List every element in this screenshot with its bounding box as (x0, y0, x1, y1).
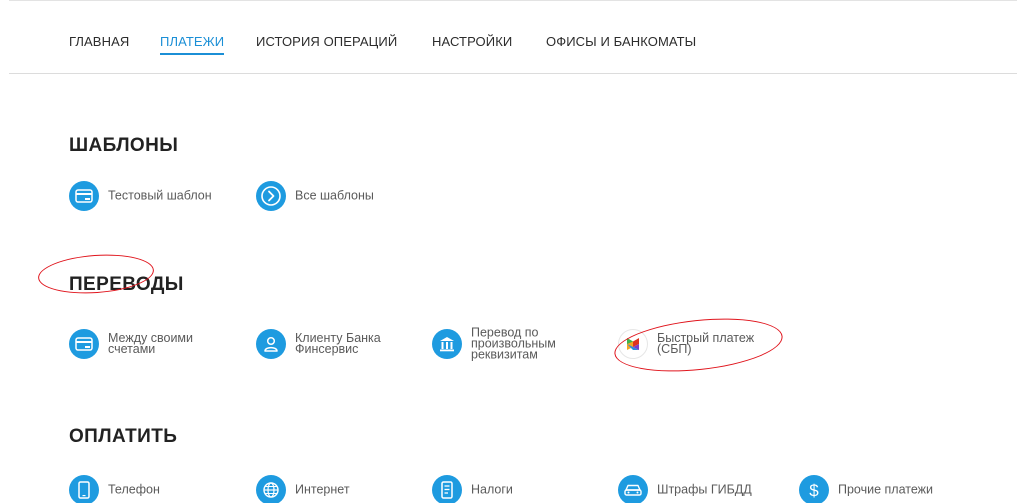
pay-item-internet[interactable]: Интернет (256, 470, 406, 503)
transfer-item-label: Перевод по произвольным реквизитам (471, 325, 556, 362)
top-divider (9, 0, 1017, 1)
transfer-item-label: Клиенту Банка Финсервис (295, 331, 381, 356)
phone-icon (69, 475, 99, 503)
pay-item-label: Налоги (471, 482, 513, 497)
nav-item-history[interactable]: ИСТОРИЯ ОПЕРАЦИЙ (256, 34, 397, 49)
pay-item-traffic-fines[interactable]: Штрафы ГИБДД (618, 470, 778, 503)
nav-divider (9, 73, 1017, 74)
dollar-icon: $ (799, 475, 829, 503)
pay-item-taxes[interactable]: Налоги (432, 470, 582, 503)
transfer-item-label: Быстрый платеж (СБП) (657, 331, 755, 356)
pay-item-label: Прочие платежи (838, 482, 934, 497)
person-icon (256, 329, 286, 359)
pay-item-phone[interactable]: Телефон (69, 470, 219, 503)
transfer-item-sbp[interactable]: Быстрый платеж (СБП) (618, 324, 788, 364)
pay-item-other[interactable]: $ Прочие платежи (799, 470, 969, 503)
pay-item-label: Интернет (295, 482, 350, 497)
nav-item-home[interactable]: ГЛАВНАЯ (69, 34, 129, 49)
globe-icon (256, 475, 286, 503)
nav-item-settings[interactable]: НАСТРОЙКИ (432, 34, 512, 49)
pay-item-label: Штрафы ГИБДД (657, 482, 752, 497)
sbp-logo-icon (618, 329, 648, 359)
pay-item-label: Телефон (108, 482, 160, 497)
car-icon (618, 475, 648, 503)
all-templates-label: Все шаблоны (295, 188, 374, 203)
template-item-test[interactable]: Тестовый шаблон (69, 176, 239, 216)
bank-icon (432, 329, 462, 359)
template-item-label: Тестовый шаблон (108, 188, 212, 203)
nav-item-offices-atms[interactable]: ОФИСЫ И БАНКОМАТЫ (546, 34, 696, 49)
section-title-pay: ОПЛАТИТЬ (69, 426, 178, 447)
transfer-item-label: Между своими счетами (108, 331, 194, 356)
active-tab-indicator (160, 53, 225, 55)
svg-text:$: $ (809, 481, 819, 500)
transfer-item-own-accounts[interactable]: Между своими счетами (69, 324, 239, 364)
transfer-item-bank-client[interactable]: Клиенту Банка Финсервис (256, 324, 426, 364)
section-title-templates: ШАБЛОНЫ (69, 135, 179, 156)
card-icon (69, 329, 99, 359)
document-icon (432, 475, 462, 503)
nav-item-payments[interactable]: ПЛАТЕЖИ (160, 34, 225, 55)
nav-item-label: ПЛАТЕЖИ (160, 34, 225, 49)
card-icon (69, 181, 99, 211)
all-templates-button[interactable]: Все шаблоны (256, 176, 396, 216)
transfer-item-arbitrary-details[interactable]: Перевод по произвольным реквизитам (432, 324, 602, 364)
section-title-transfers: ПЕРЕВОДЫ (69, 274, 184, 295)
chevron-right-icon (256, 181, 286, 211)
